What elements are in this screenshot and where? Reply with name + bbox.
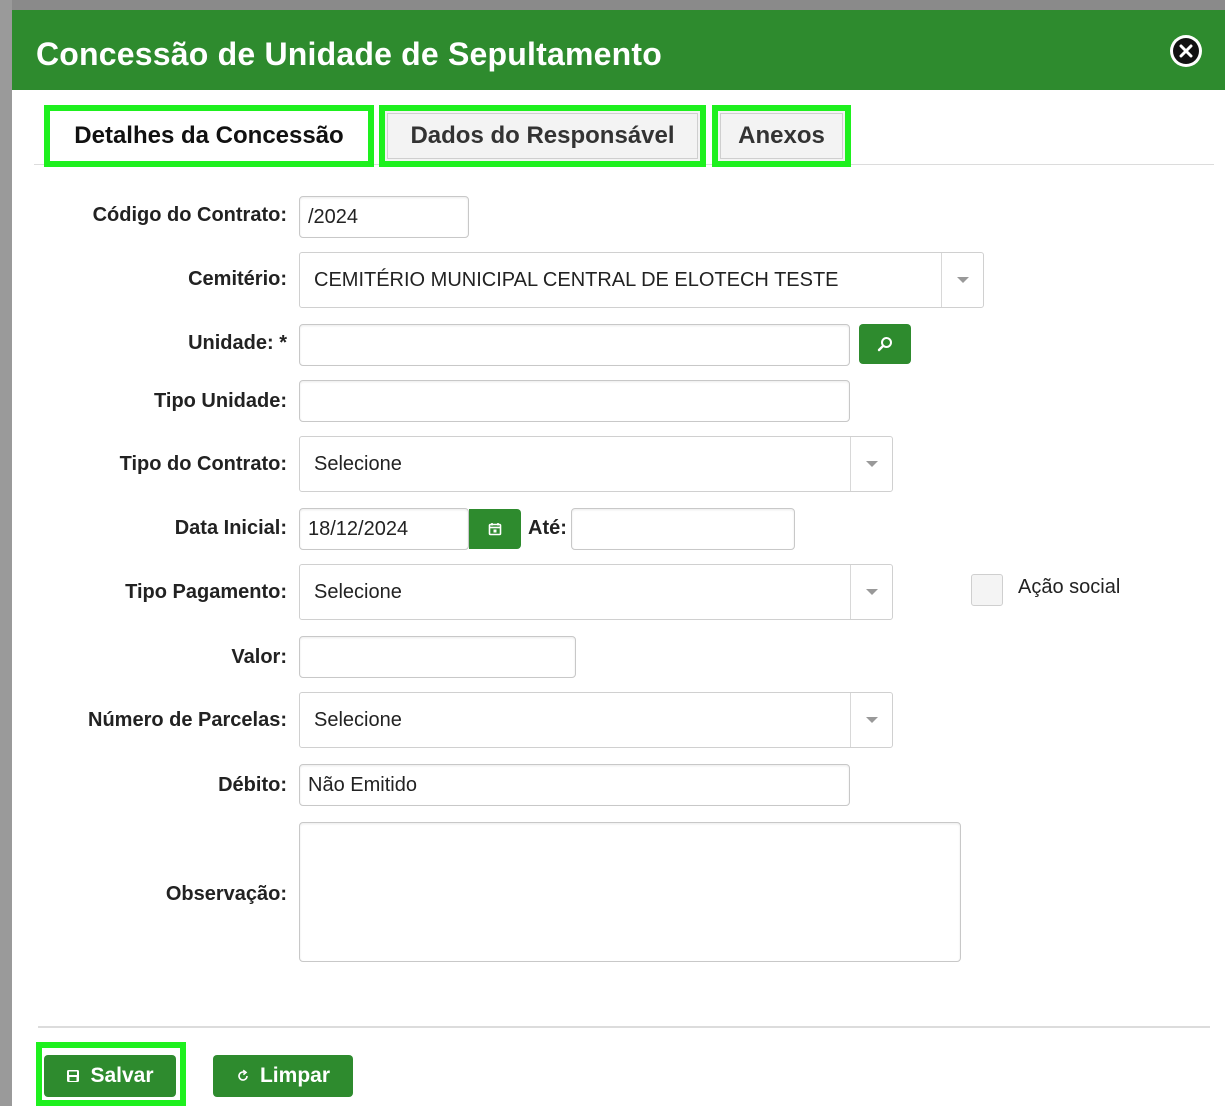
save-label: Salvar [90,1064,154,1087]
tipo-pagamento-label: Tipo Pagamento: [125,581,287,603]
debito-input[interactable]: Não Emitido [299,764,850,806]
tab-label: Dados do Responsável [410,122,675,149]
data-inicial-input[interactable]: 18/12/2024 [299,508,469,550]
codigo-contrato-input[interactable]: /2024 [299,196,469,238]
parcelas-value: Selecione [314,708,402,731]
refresh-icon [238,1069,248,1081]
cemiterio-value: CEMITÉRIO MUNICIPAL CENTRAL DE ELOTECH T… [314,268,839,291]
tipo-contrato-select[interactable]: Selecione [299,436,893,492]
footer-divider [38,1026,1210,1028]
acao-social-checkbox[interactable] [971,574,1003,606]
background-strip-top [0,0,1225,10]
tab-label: Detalhes da Concessão [74,122,344,149]
data-inicial-label: Data Inicial: [174,517,287,539]
unidade-label: Unidade: * [188,332,287,354]
acao-social-label: Ação social [1018,576,1121,598]
codigo-contrato-value: /2024 [308,205,359,228]
unidade-input[interactable] [299,324,850,366]
chevron-down-icon [850,437,892,491]
background-strip-left [0,0,12,1106]
chevron-down-icon [941,253,983,307]
observacao-label: Observação: [165,883,287,905]
close-icon [1173,38,1199,64]
observacao-textarea[interactable] [299,822,961,962]
tab-dados-responsavel[interactable]: Dados do Responsável [379,105,706,167]
tipo-contrato-value: Selecione [314,452,402,475]
dialog-titlebar: Concessão de Unidade de Sepultamento [12,10,1225,90]
floppy-disk-icon [67,1070,80,1082]
debito-label: Débito: [218,774,287,796]
tipo-contrato-label: Tipo do Contrato: [119,453,287,475]
tab-anexos[interactable]: Anexos [712,105,851,167]
valor-input[interactable] [299,636,576,678]
calendar-button[interactable] [469,509,521,549]
chevron-down-icon [850,693,892,747]
save-button[interactable]: Salvar [44,1055,176,1097]
search-unidade-button[interactable] [859,324,911,364]
dialog-title: Concessão de Unidade de Sepultamento [36,36,662,72]
tipo-pagamento-value: Selecione [314,580,402,603]
data-inicial-value: 18/12/2024 [308,517,409,540]
tab-detalhes-concessao[interactable]: Detalhes da Concessão [44,105,374,167]
ate-label: Até: [528,517,567,539]
chevron-down-icon [850,565,892,619]
tab-label: Anexos [738,122,825,149]
debito-value: Não Emitido [308,773,417,796]
cemiterio-label: Cemitério: [188,268,287,290]
ate-input[interactable] [571,508,795,550]
tipo-unidade-input[interactable] [299,380,850,422]
clear-button[interactable]: Limpar [213,1055,353,1097]
codigo-contrato-label: Código do Contrato: [92,204,287,226]
cemiterio-select[interactable]: CEMITÉRIO MUNICIPAL CENTRAL DE ELOTECH T… [299,252,984,308]
concession-dialog: Concessão de Unidade de Sepultamento Det… [12,10,1225,1106]
valor-label: Valor: [231,646,287,668]
parcelas-label: Número de Parcelas: [88,709,287,731]
tipo-pagamento-select[interactable]: Selecione [299,564,893,620]
tipo-unidade-label: Tipo Unidade: [154,390,287,412]
calendar-icon [488,523,502,536]
parcelas-select[interactable]: Selecione [299,692,893,748]
search-icon [877,337,892,352]
clear-label: Limpar [259,1064,330,1087]
close-button[interactable] [1170,35,1202,67]
